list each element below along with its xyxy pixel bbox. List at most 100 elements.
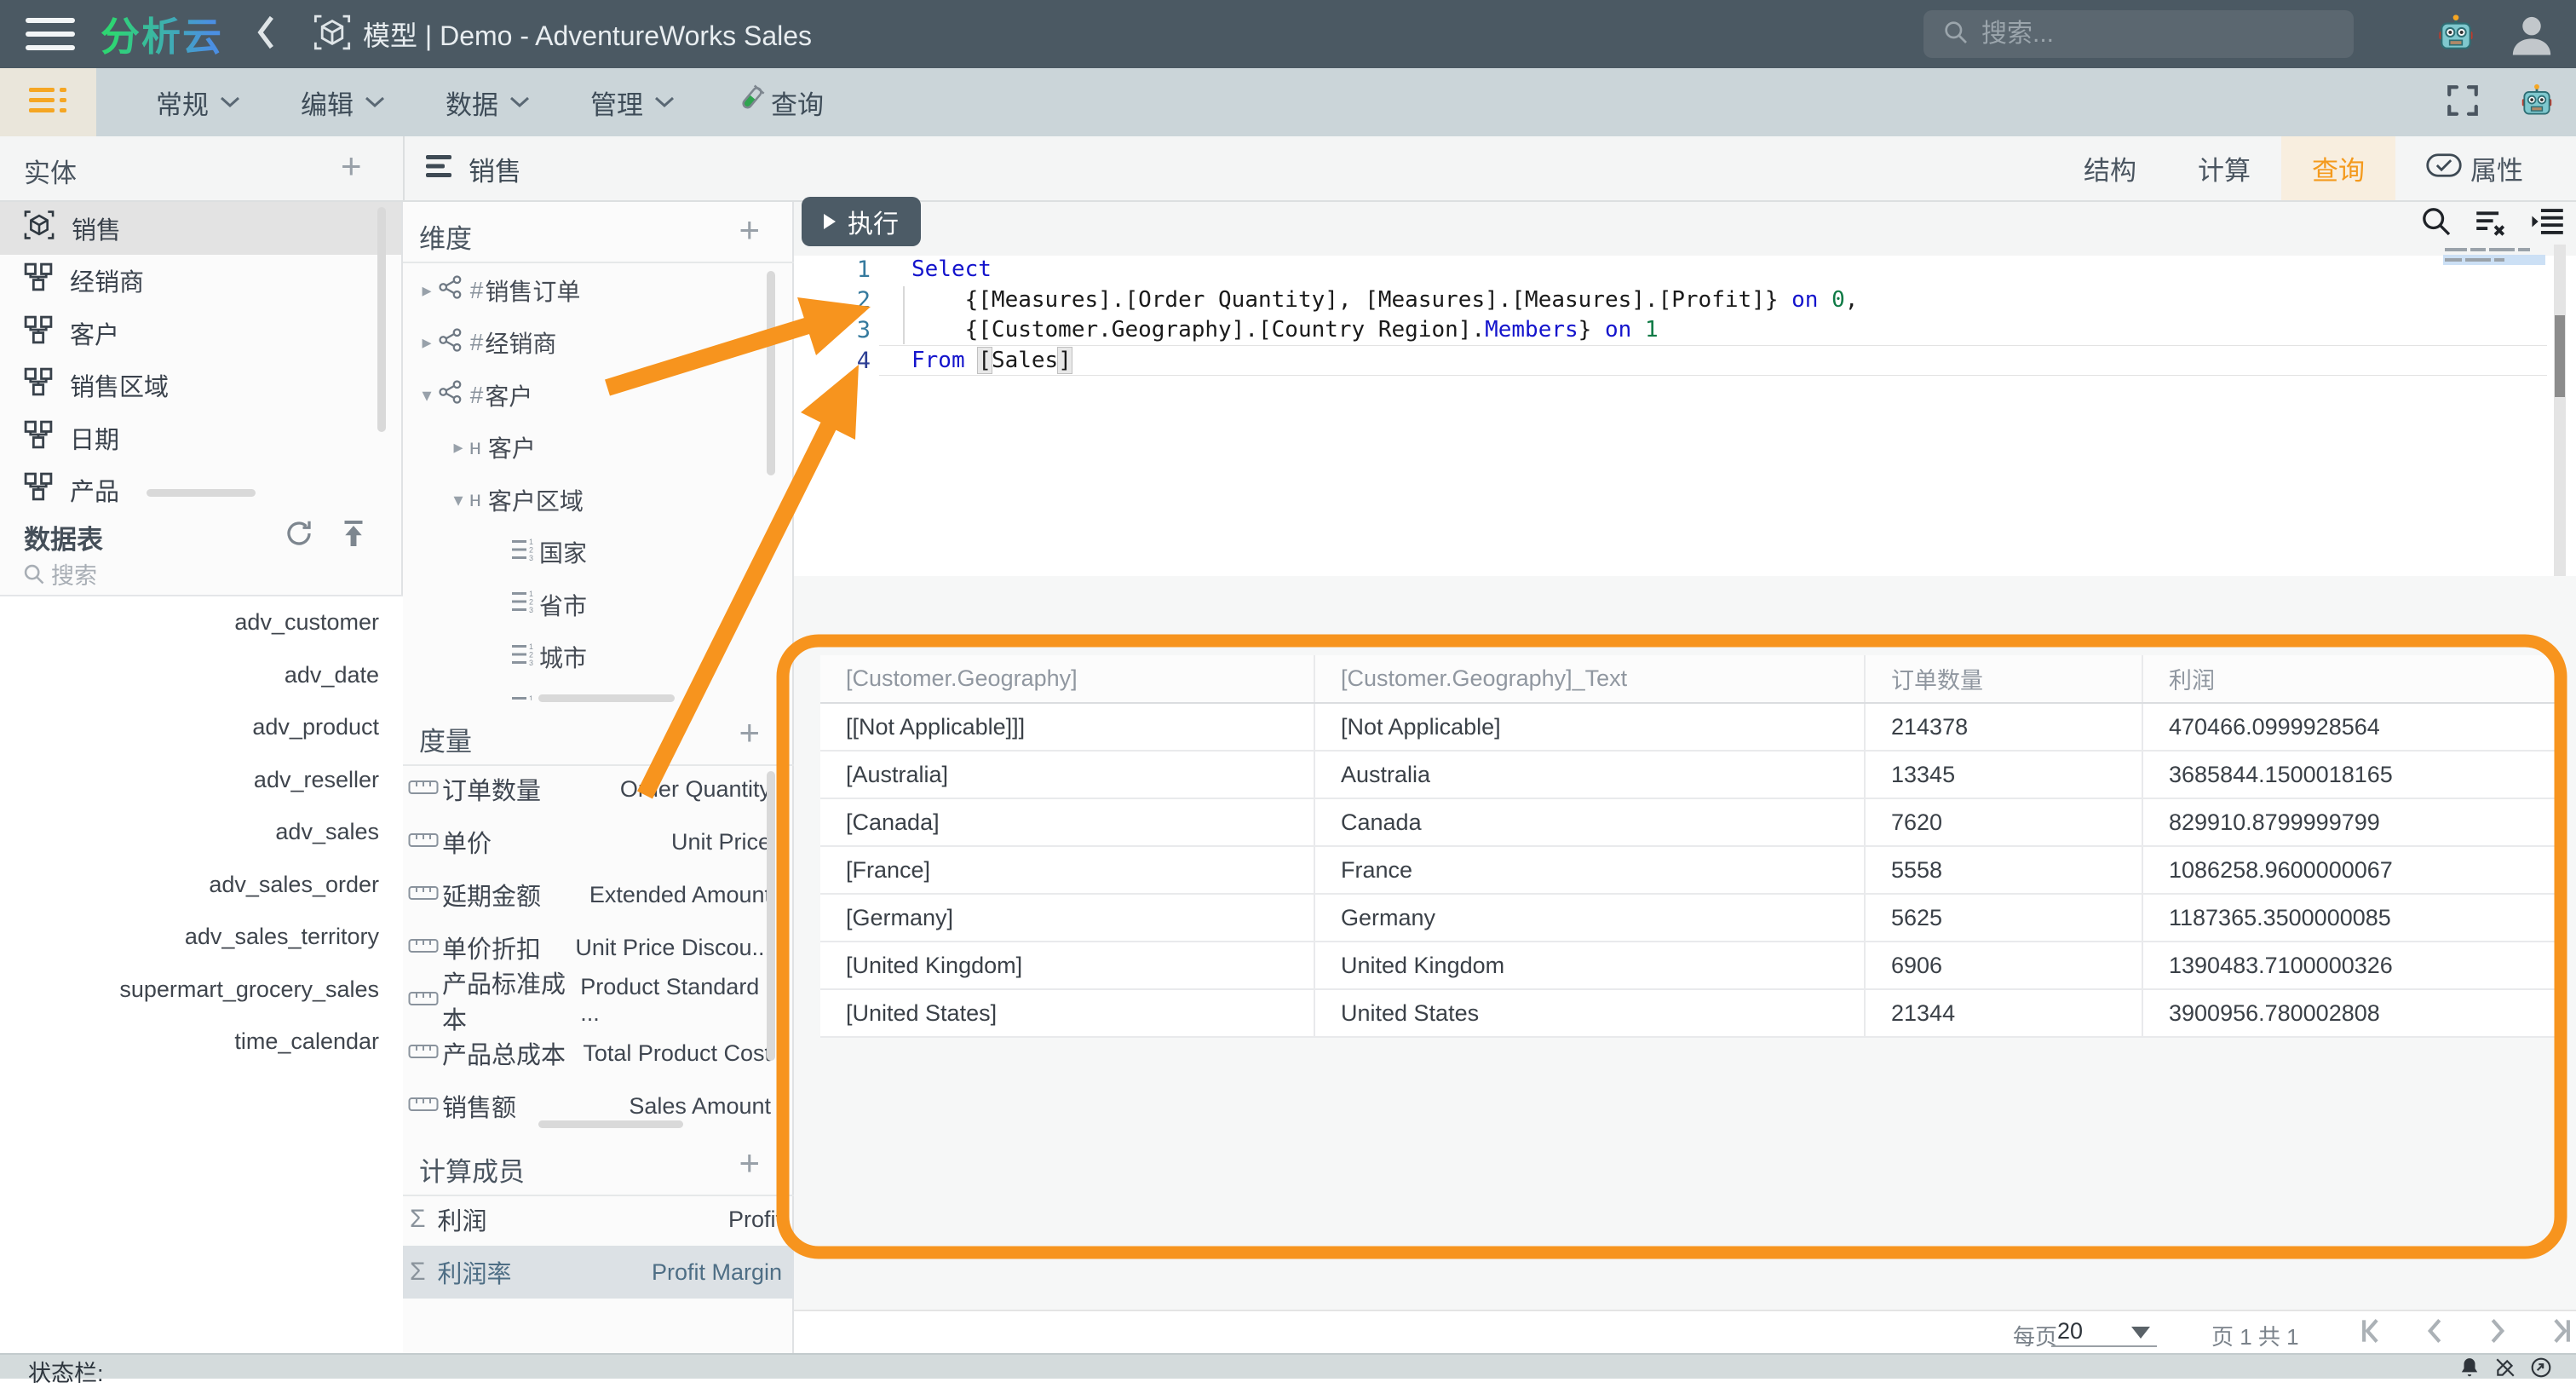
results-column-header[interactable]: 订单数量 [1865, 655, 2143, 704]
sidebar-item-entity[interactable]: 销售区域 [0, 360, 401, 412]
dimension-tree-item[interactable]: ▾ # 客户 [403, 369, 783, 422]
measure-item[interactable]: 延期金额 Extended Amount [403, 868, 783, 921]
editor-search-icon[interactable] [2419, 204, 2453, 243]
table-row[interactable]: [Germany] Germany 5625 1187365.3500000085 [820, 894, 2562, 942]
table-list-item[interactable]: adv_product [0, 701, 403, 754]
table-row[interactable]: [United States] United States 21344 3900956… [820, 989, 2562, 1038]
table-row[interactable]: [Canada] Canada 7620 829910.8799999799 [820, 798, 2562, 847]
table-list-item[interactable]: supermart_grocery_sales [0, 964, 403, 1017]
measure-item[interactable]: 产品总成本 Total Product Cost [403, 1027, 783, 1080]
measures-header: 度量 + [403, 705, 794, 766]
code-editor[interactable]: Select {[Measures].[Order Quantity], [Me… [888, 255, 2547, 376]
add-entity-button[interactable]: + [341, 148, 362, 184]
dimension-tree-item[interactable]: 1 2 3 国家 [403, 527, 783, 579]
caret-down-icon[interactable]: ▾ [447, 489, 469, 511]
caret-right-icon[interactable]: ▸ [416, 331, 438, 354]
menubar-items: 常规 编辑 数据 管理 [96, 84, 676, 122]
measures-scrollbar[interactable] [767, 771, 775, 1061]
hamburger-icon[interactable] [26, 18, 75, 50]
table-list-item[interactable]: time_calendar [0, 1016, 403, 1068]
robot-icon-small[interactable] [2518, 82, 2556, 124]
results-column-header[interactable]: [Customer.Geography]_Text [1314, 655, 1866, 704]
caret-down-icon[interactable]: ▾ [416, 384, 438, 406]
entity-hscrollbar[interactable] [147, 489, 256, 497]
dimension-hscrollbar[interactable] [538, 694, 675, 702]
menu-item-2[interactable]: 数据 [446, 84, 531, 122]
caret-right-icon[interactable]: ▸ [416, 279, 438, 302]
dimension-tree-item[interactable]: 1 2 3 省市 [403, 579, 783, 631]
clear-filter-icon[interactable] [2474, 204, 2510, 243]
pen-off-icon[interactable] [2494, 1356, 2516, 1383]
first-page-icon[interactable] [2358, 1315, 2390, 1351]
table-row[interactable]: [[Not Applicable]]] [Not Applicable] 21437… [820, 703, 2562, 752]
table-row[interactable]: [Australia] Australia 13345 3685844.1500018… [820, 751, 2562, 799]
sidebar-item-entity[interactable]: 销售 [0, 202, 401, 255]
dimension-tree-item[interactable]: ▸ # 销售订单 [403, 264, 783, 317]
menu-item-0[interactable]: 常规 [156, 84, 241, 122]
results-column-header[interactable]: [Customer.Geography] [820, 655, 1315, 704]
measure-item[interactable]: 订单数量 Order Quantity [403, 763, 783, 815]
editor-minimap[interactable] [2443, 245, 2545, 265]
last-page-icon[interactable] [2542, 1315, 2574, 1351]
entity-scrollbar[interactable] [377, 207, 386, 432]
refresh-icon[interactable] [284, 518, 314, 553]
entity-orgchart-icon [24, 472, 53, 508]
topbar-search[interactable] [1923, 10, 2354, 58]
search-input[interactable] [1981, 20, 2305, 49]
dimension-tree-item[interactable]: 1 2 3 城市 [403, 631, 783, 684]
dimension-scrollbar[interactable] [767, 271, 775, 475]
measure-item[interactable]: 产品标准成本 Product Standard ... [403, 971, 783, 1034]
datatables-search-input[interactable] [51, 563, 341, 590]
add-measure-button[interactable]: + [739, 715, 760, 751]
menu-item-3[interactable]: 管理 [590, 84, 676, 122]
share-icon [438, 379, 463, 411]
caret-right-icon[interactable]: ▸ [447, 436, 469, 458]
calc-member-item[interactable]: Σ 利润 Profit [403, 1193, 794, 1246]
dimension-tree-item[interactable]: ▸ ʜ 客户 [403, 422, 783, 475]
table-list-item[interactable]: adv_sales_territory [0, 911, 403, 964]
tab-计算[interactable]: 计算 [2167, 136, 2281, 200]
sidebar-item-entity[interactable]: 客户 [0, 307, 401, 360]
measures-hscrollbar[interactable] [538, 1120, 683, 1128]
add-dimension-button[interactable]: + [739, 212, 760, 248]
table-list-item[interactable]: adv_customer [0, 596, 403, 649]
code-token: on [1604, 317, 1632, 343]
dimension-tree-item[interactable]: ▸ # 经销商 [403, 317, 783, 370]
upload-icon[interactable] [338, 518, 369, 553]
avatar[interactable] [2508, 10, 2556, 58]
fullscreen-icon[interactable] [2445, 83, 2481, 123]
table-list-item[interactable]: adv_reseller [0, 754, 403, 807]
tab-结构[interactable]: 结构 [2053, 136, 2167, 200]
sidebar-item-entity[interactable]: 经销商 [0, 255, 401, 308]
share-arrow-icon[interactable] [2530, 1356, 2552, 1383]
dimension-tree-item[interactable]: ▾ ʜ 客户区域 [403, 474, 783, 527]
measure-item[interactable]: 单价 Unit Price [403, 815, 783, 868]
tab-查询[interactable]: 查询 [2281, 136, 2395, 200]
sidebar-item-entity[interactable]: 日期 [0, 412, 401, 464]
per-page-select[interactable]: 20 [2051, 1315, 2157, 1347]
datatables-search[interactable] [0, 558, 403, 596]
table-row[interactable]: [United Kingdom] United Kingdom 6906 139048… [820, 942, 2562, 990]
table-list-item[interactable]: adv_date [0, 649, 403, 702]
table-list-item[interactable]: adv_sales [0, 806, 403, 859]
menu-item-1[interactable]: 编辑 [301, 84, 386, 122]
back-icon[interactable] [254, 14, 279, 55]
svg-text:1: 1 [529, 642, 533, 651]
table-list-item[interactable]: adv_sales_order [0, 859, 403, 912]
prev-page-icon[interactable] [2419, 1315, 2452, 1351]
next-page-icon[interactable] [2481, 1315, 2513, 1351]
orange-menu-button[interactable] [0, 68, 96, 136]
robot-icon[interactable] [2435, 12, 2477, 59]
tab-属性[interactable]: 属性 [2395, 136, 2554, 200]
main-scrollbar-thumb[interactable] [2555, 315, 2565, 397]
calc-member-item[interactable]: Σ 利润率 Profit Margin [403, 1246, 794, 1299]
table-row[interactable]: [France] France 5558 1086258.9600000067 [820, 846, 2562, 895]
calc-member-name-en: Profit Margin [651, 1258, 782, 1285]
format-indent-icon[interactable] [2530, 204, 2566, 243]
add-calc-member-button[interactable]: + [739, 1145, 760, 1181]
results-column-header[interactable]: 利润 [2142, 655, 2562, 704]
left-panel: 销售经销商客户销售区域日期产品 数据表 adv_customeradv_date… [0, 202, 403, 1355]
menu-item-query[interactable]: 查询 [735, 83, 824, 122]
bell-icon[interactable] [2458, 1356, 2481, 1383]
execute-button[interactable]: 执行 [802, 197, 921, 246]
